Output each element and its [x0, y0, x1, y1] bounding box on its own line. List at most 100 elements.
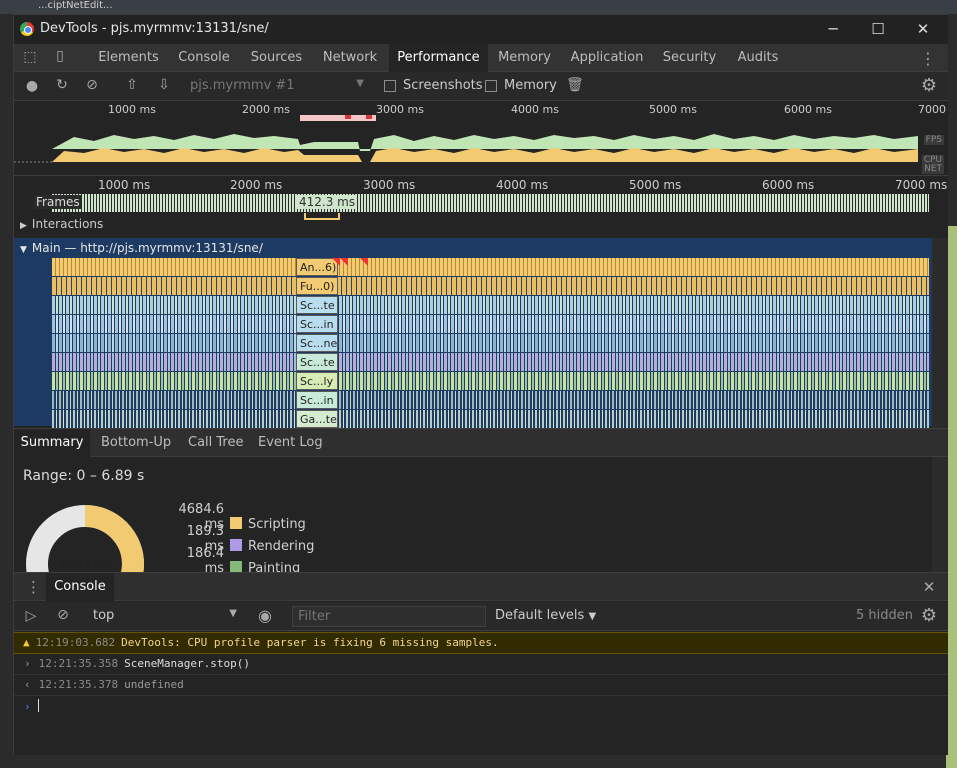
flame-entry[interactable]: Sc...ly: [296, 372, 338, 390]
drawer-menu-icon[interactable]: ⋮: [26, 578, 41, 596]
flame-entry[interactable]: Sc...in: [296, 315, 338, 333]
legend-item: 186.4 ms Painting: [164, 546, 300, 572]
ruler-tick: 5000 ms: [629, 178, 682, 192]
flame-entry[interactable]: Sc...te: [296, 353, 338, 371]
fps-label: FPS: [923, 135, 944, 145]
ruler-tick: 3000 ms: [363, 178, 416, 192]
legend-value: 186.4 ms: [186, 546, 224, 572]
chevron-down-icon: ▼: [356, 78, 364, 89]
long-task-marker: [360, 258, 368, 266]
reload-record-icon[interactable]: ↻: [54, 77, 70, 93]
main-thread-header[interactable]: ▼ Main — http://pjs.myrmmv:13131/sne/: [14, 238, 948, 258]
main-thread-flame[interactable]: An...6) Fu...0) Sc...te Sc...in Sc...ne …: [14, 258, 932, 428]
console-settings-icon[interactable]: ⚙: [919, 605, 939, 626]
memory-checkbox[interactable]: [485, 80, 497, 92]
clear-icon[interactable]: ⊘: [84, 77, 100, 93]
console-result: ‹ 12:21:35.378 undefined: [14, 675, 948, 696]
more-options-icon[interactable]: ⋮: [920, 49, 936, 68]
flame-entry[interactable]: Fu...0): [296, 277, 338, 295]
interactions-track[interactable]: ▶ Interactions: [20, 217, 103, 231]
ruler-tick: 1000 ms: [98, 178, 151, 192]
trash-icon[interactable]: 🗑: [566, 77, 584, 93]
frames-track[interactable]: [52, 194, 929, 212]
save-profile-icon[interactable]: ⇩: [156, 77, 172, 93]
tab-summary[interactable]: Summary: [14, 429, 90, 457]
context-select[interactable]: top ▼: [93, 608, 237, 623]
tab-performance[interactable]: Performance: [389, 44, 488, 72]
flame-chart-area[interactable]: 1000 ms 2000 ms 3000 ms 4000 ms 5000 ms …: [14, 176, 948, 438]
flame-scrollbar[interactable]: [932, 238, 948, 438]
tab-sources[interactable]: Sources: [244, 44, 309, 72]
clear-console-icon[interactable]: ⊘: [54, 607, 72, 623]
flame-lane: [52, 334, 929, 352]
flame-entry[interactable]: Sc...te: [296, 296, 338, 314]
load-profile-icon[interactable]: ⇧: [124, 77, 140, 93]
collapse-arrow-icon: ▼: [20, 245, 27, 255]
net-label: NET: [922, 164, 944, 174]
range-label: Range: 0 – 6.89 s: [23, 468, 145, 484]
tab-console[interactable]: Console: [169, 44, 239, 72]
profile-select-value: pjs.myrmmv #1: [190, 78, 295, 93]
tab-bottom-up[interactable]: Bottom-Up: [101, 429, 171, 457]
tab-memory[interactable]: Memory: [492, 44, 557, 72]
expand-arrow-icon: ▶: [20, 221, 27, 231]
flame-lane: [52, 258, 929, 276]
flame-entry[interactable]: Sc...in: [296, 391, 338, 409]
inspect-element-icon[interactable]: ⬚: [20, 49, 40, 65]
tab-security[interactable]: Security: [657, 44, 722, 72]
long-task-marker: [340, 258, 348, 266]
flame-lane: [52, 353, 929, 371]
window-title: DevTools - pjs.myrmmv:13131/sne/: [40, 21, 269, 36]
console-filter-input[interactable]: [292, 606, 486, 627]
painting-swatch: [230, 561, 242, 572]
profile-select[interactable]: pjs.myrmmv #1 ▼: [190, 78, 364, 93]
close-window-button[interactable]: ✕: [908, 18, 938, 40]
message-timestamp: 12:21:35.378: [38, 678, 119, 691]
close-drawer-icon[interactable]: ✕: [919, 578, 939, 596]
text-cursor: [37, 699, 39, 712]
input-chevron-icon: ›: [24, 657, 31, 670]
background-title-text: ...ciptNetEdit...: [38, 0, 113, 11]
main-thread-label: ▼ Main — http://pjs.myrmmv:13131/sne/: [20, 241, 263, 255]
message-text: SceneManager.stop(): [124, 657, 250, 670]
gear-icon[interactable]: ⚙: [919, 75, 939, 96]
tab-network[interactable]: Network: [315, 44, 385, 72]
tab-elements[interactable]: Elements: [92, 44, 165, 72]
result-arrow-icon: ‹: [24, 678, 31, 691]
message-text: DevTools: CPU profile parser is fixing 6…: [121, 636, 499, 649]
flame-entry[interactable]: Sc...ne: [296, 334, 338, 352]
chevron-down-icon: ▼: [588, 611, 597, 622]
legend-label: Painting: [248, 561, 301, 572]
message-timestamp: 12:21:35.358: [38, 657, 119, 670]
device-toolbar-icon[interactable]: ▯: [50, 48, 70, 64]
ruler-tick: 7000 ms: [895, 178, 948, 192]
title-bar[interactable]: DevTools - pjs.myrmmv:13131/sne/ ─ ☐ ✕: [14, 15, 948, 44]
interactions-label: Interactions: [31, 217, 104, 231]
tab-call-tree[interactable]: Call Tree: [188, 429, 244, 457]
summary-scrollbar[interactable]: [932, 457, 948, 572]
tab-event-log[interactable]: Event Log: [258, 429, 323, 457]
message-text: undefined: [124, 678, 184, 691]
maximize-button[interactable]: ☐: [863, 18, 893, 40]
flame-entry[interactable]: Ga...te: [296, 410, 338, 428]
timeline-overview[interactable]: 1000 ms 2000 ms 3000 ms 4000 ms 5000 ms …: [14, 101, 948, 176]
frame-time-label: 412.3 ms: [297, 195, 358, 209]
flame-lane: [52, 296, 929, 314]
screenshots-checkbox[interactable]: [384, 80, 396, 92]
sidebar-toggle-icon[interactable]: ▷: [22, 608, 40, 624]
ruler-tick: 6000 ms: [762, 178, 815, 192]
ruler-tick: 4000 ms: [496, 178, 549, 192]
tab-application[interactable]: Application: [562, 44, 652, 72]
panel-tabs: ⬚ ▯ Elements Console Sources Network Per…: [14, 44, 948, 72]
record-icon[interactable]: ●: [24, 78, 40, 94]
total-time: 6893 ms: [60, 557, 113, 571]
flame-lane: [52, 391, 929, 409]
tab-audits[interactable]: Audits: [728, 44, 788, 72]
minimize-button[interactable]: ─: [818, 18, 848, 40]
ruler-tick: 2000 ms: [230, 178, 283, 192]
tab-console-drawer[interactable]: Console: [46, 573, 114, 601]
eye-icon[interactable]: ◉: [255, 606, 275, 625]
console-prompt[interactable]: ›: [14, 697, 948, 717]
chrome-icon: [20, 22, 34, 36]
log-levels-select[interactable]: Default levels ▼: [495, 608, 596, 623]
